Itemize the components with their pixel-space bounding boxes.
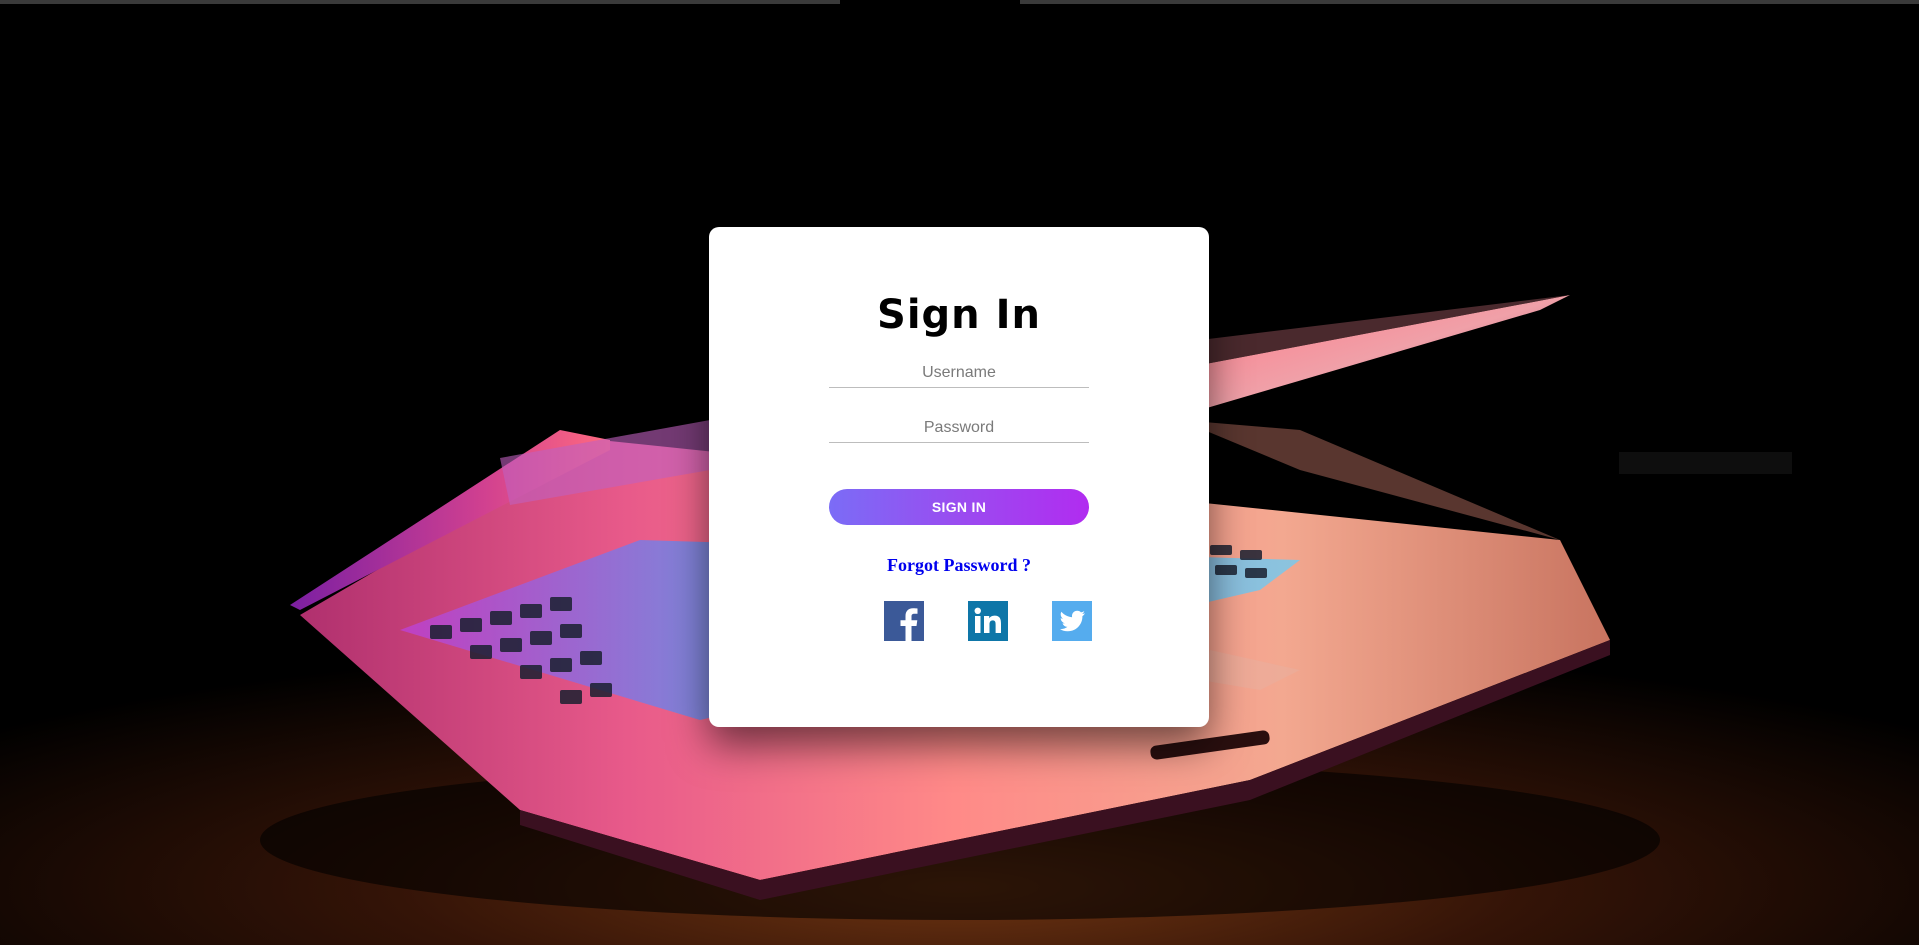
forgot-password-link[interactable]: Forgot Password ?	[709, 554, 1209, 576]
twitter-icon[interactable]	[1052, 601, 1092, 641]
sign-in-button[interactable]: SIGN IN	[829, 489, 1089, 525]
hidden-tooltip	[1619, 452, 1792, 474]
login-card: Sign In SIGN IN Forgot Password ?	[709, 227, 1209, 727]
password-input[interactable]	[829, 413, 1089, 443]
page-title: Sign In	[877, 292, 1041, 338]
login-page: Sign In SIGN IN Forgot Password ?	[0, 0, 1919, 945]
username-input[interactable]	[829, 358, 1089, 388]
social-login-row	[709, 601, 1209, 641]
facebook-icon[interactable]	[884, 601, 924, 641]
linkedin-icon[interactable]	[968, 601, 1008, 641]
